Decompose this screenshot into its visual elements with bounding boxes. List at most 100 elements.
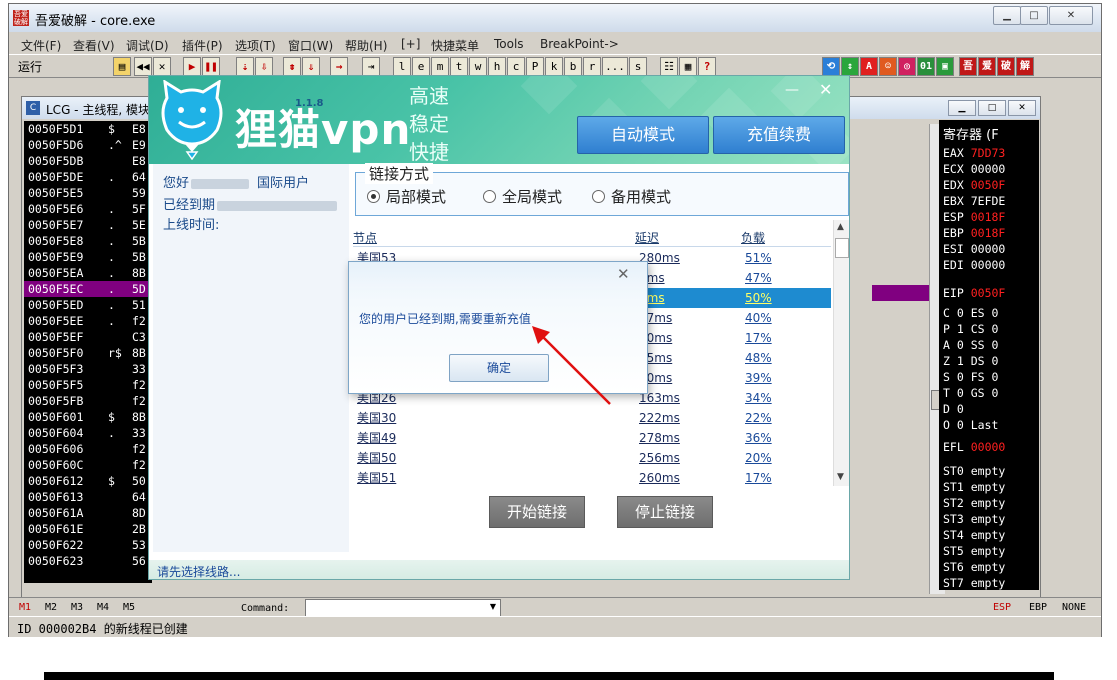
scroll-down-icon[interactable]: ▼ xyxy=(837,472,844,482)
register-row[interactable]: ESP 0018F xyxy=(943,210,1005,224)
toolbar-h[interactable]: h xyxy=(488,57,506,76)
menu-window[interactable]: 窗口(W) xyxy=(288,37,333,54)
fpu-row[interactable]: ST0 empty xyxy=(943,464,1005,478)
register-row[interactable]: EDI 00000 xyxy=(943,258,1005,272)
node-row[interactable]: 美国50 256ms 20% xyxy=(353,448,831,468)
disasm-row[interactable]: 0050F60C f2 xyxy=(24,457,152,473)
close-button[interactable]: ✕ xyxy=(1049,6,1093,25)
command-input[interactable] xyxy=(305,599,501,617)
disasm-row[interactable]: 0050F5F0 r$ 8B xyxy=(24,345,152,361)
disasm-row[interactable]: 0050F61E 2B xyxy=(24,521,152,537)
fpu-row[interactable]: ST5 empty xyxy=(943,544,1005,558)
maximize-button[interactable]: □ xyxy=(1020,6,1048,25)
flag-row[interactable]: C 0 ES 0 xyxy=(943,306,998,320)
flag-row[interactable]: S 0 FS 0 xyxy=(943,370,998,384)
menu-tools[interactable]: Tools xyxy=(494,37,524,51)
cpu-close-button[interactable]: ✕ xyxy=(1008,100,1036,116)
split-icon[interactable]: ↕ xyxy=(841,57,859,76)
help-icon[interactable]: ? xyxy=(698,57,716,76)
mem-tab-m5[interactable]: M5 xyxy=(123,602,135,613)
disasm-row[interactable]: 0050F604. 33 xyxy=(24,425,152,441)
title-bar[interactable]: 吾爱 破解 吾爱破解 - core.exe ▁ □ ✕ xyxy=(9,4,1101,32)
mode-global-radio[interactable]: 全局模式 xyxy=(483,186,562,207)
disasm-row[interactable]: 0050F601 $8B xyxy=(24,409,152,425)
efl-row[interactable]: EFL 00000 xyxy=(943,440,1005,454)
flag-row[interactable]: P 1 CS 0 xyxy=(943,322,998,336)
menu-breakpoint[interactable]: BreakPoint-> xyxy=(540,37,619,51)
menu-help[interactable]: 帮助(H) xyxy=(345,37,387,54)
disasm-row[interactable]: 0050F5DB E8 xyxy=(24,153,152,169)
open-icon[interactable]: ▤ xyxy=(113,57,131,76)
vpn-minimize-button[interactable]: — xyxy=(785,82,799,98)
vpn-close-button[interactable]: ✕ xyxy=(819,80,832,99)
disasm-row[interactable]: 0050F5E9. 5B xyxy=(24,249,152,265)
mode-backup-radio[interactable]: 备用模式 xyxy=(592,186,671,207)
disassembly-pane[interactable]: 0050F5D1 $ E8 0050F5D6 .^ E9 0050F5DB E8 0050F5D… xyxy=(24,121,152,583)
register-row[interactable]: EBP 0018F xyxy=(943,226,1005,240)
stack-tab-esp[interactable]: ESP xyxy=(993,602,1011,613)
disasm-row[interactable]: 0050F5E8. 5B xyxy=(24,233,152,249)
trace-into-icon[interactable]: ⇟ xyxy=(283,57,301,76)
binary-icon[interactable]: 01 xyxy=(917,57,935,76)
disasm-row[interactable]: 0050F5D1 $ E8 xyxy=(24,121,152,137)
dialog-title-bar[interactable] xyxy=(349,262,647,288)
toolbar-e[interactable]: e xyxy=(412,57,430,76)
mem-tab-m3[interactable]: M3 xyxy=(71,602,83,613)
col-load[interactable]: 负载 xyxy=(741,229,765,246)
table-scroll-thumb[interactable] xyxy=(835,238,849,258)
dialog-close-icon[interactable]: ✕ xyxy=(617,265,630,283)
register-row[interactable]: ESI 00000 xyxy=(943,242,1005,256)
mem-tab-m4[interactable]: M4 xyxy=(97,602,109,613)
disasm-row[interactable]: 0050F5EF C3 xyxy=(24,329,152,345)
register-row[interactable]: EAX 7DD73 xyxy=(943,146,1005,160)
disasm-row[interactable]: 0050F5ED. 51 xyxy=(24,297,152,313)
mem-tab-m2[interactable]: M2 xyxy=(45,602,57,613)
col-node[interactable]: 节点 xyxy=(353,229,377,246)
disasm-row[interactable]: 0050F612 $50 xyxy=(24,473,152,489)
menu-options[interactable]: 选项(T) xyxy=(235,37,276,54)
window-icon[interactable]: ▣ xyxy=(936,57,954,76)
flag-row[interactable]: O 0 Last xyxy=(943,418,998,432)
node-row[interactable]: 美国49 278ms 36% xyxy=(353,428,831,448)
toolbar-ai[interactable]: 爱 xyxy=(978,57,996,76)
step-into-icon[interactable]: ⇣ xyxy=(236,57,254,76)
disasm-row[interactable]: 0050F5EA. 8B xyxy=(24,265,152,281)
disasm-row[interactable]: 0050F5F5 f2 xyxy=(24,377,152,393)
stack-tab-none[interactable]: NONE xyxy=(1062,602,1086,613)
menu-plus[interactable]: [+] xyxy=(401,37,420,51)
rewind-icon[interactable]: ◀◀ xyxy=(134,57,152,76)
toolbar-wu[interactable]: 吾 xyxy=(959,57,977,76)
disasm-row[interactable]: 0050F5FB f2 xyxy=(24,393,152,409)
register-row[interactable]: EDX 0050F xyxy=(943,178,1005,192)
step-over-icon[interactable]: ⇩ xyxy=(255,57,273,76)
toolbar-m[interactable]: m xyxy=(431,57,449,76)
user-icon[interactable]: ☺ xyxy=(879,57,897,76)
grid-icon[interactable]: ▦ xyxy=(679,57,697,76)
execute-till-return-icon[interactable]: → xyxy=(330,57,348,76)
fpu-row[interactable]: ST6 empty xyxy=(943,560,1005,574)
disasm-row[interactable]: 0050F613 64 xyxy=(24,489,152,505)
menu-debug[interactable]: 调试(D) xyxy=(126,37,169,54)
refresh-icon[interactable]: ⟲ xyxy=(822,57,840,76)
registers-pane[interactable]: 寄存器 (F EAX 7DD73 ECX 00000 EDX 0050F EBX 7E… xyxy=(939,120,1039,590)
toolbar-w[interactable]: w xyxy=(469,57,487,76)
toolbar-ellipsis[interactable]: ... xyxy=(602,57,628,76)
disasm-row[interactable]: 0050F5D6 .^ E9 xyxy=(24,137,152,153)
menu-file[interactable]: 文件(F) xyxy=(21,37,61,54)
toolbar-k[interactable]: k xyxy=(545,57,563,76)
flag-row[interactable]: Z 1 DS 0 xyxy=(943,354,998,368)
menu-view[interactable]: 查看(V) xyxy=(73,37,115,54)
toolbar-jie[interactable]: 解 xyxy=(1016,57,1034,76)
disasm-row[interactable]: 0050F5E7. 5E xyxy=(24,217,152,233)
run-icon[interactable]: ▶ xyxy=(183,57,201,76)
toolbar-c[interactable]: c xyxy=(507,57,525,76)
disasm-row[interactable]: 0050F61A 8D xyxy=(24,505,152,521)
toolbar-l[interactable]: l xyxy=(393,57,411,76)
toolbar-r[interactable]: r xyxy=(583,57,601,76)
fpu-row[interactable]: ST1 empty xyxy=(943,480,1005,494)
register-row[interactable]: EBX 7EFDE xyxy=(943,194,1005,208)
recharge-button[interactable]: 充值续费 xyxy=(713,116,845,154)
scroll-up-icon[interactable]: ▲ xyxy=(837,222,844,232)
disasm-row[interactable]: 0050F5EC. 5D xyxy=(24,281,152,297)
trace-over-icon[interactable]: ⇓ xyxy=(302,57,320,76)
